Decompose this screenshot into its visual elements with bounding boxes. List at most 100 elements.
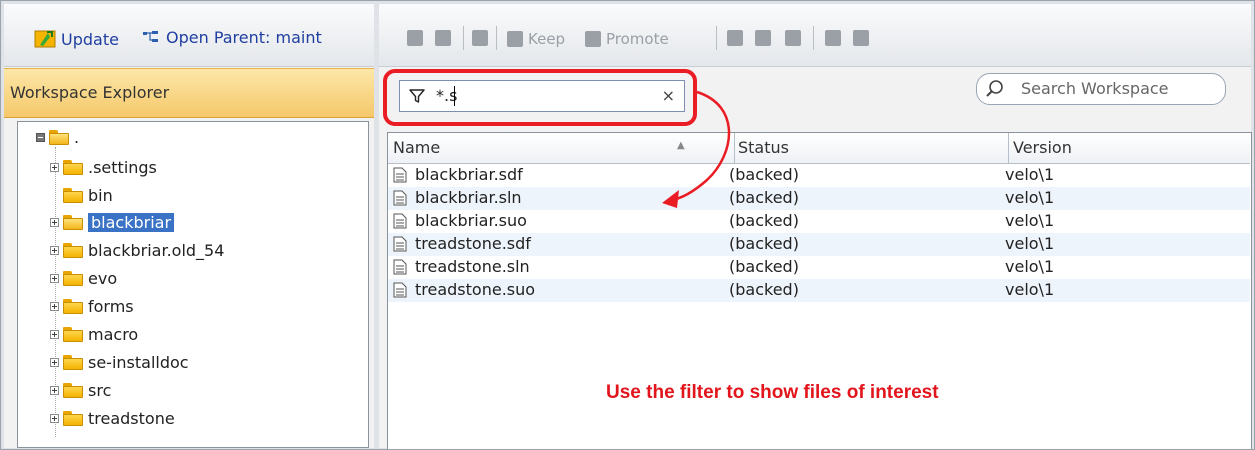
expand-toggle-icon[interactable] [50,301,59,311]
tree-root[interactable]: . [36,126,79,148]
tree-item-forms[interactable]: forms [50,295,134,317]
folder-icon [63,159,83,175]
left-toolbar: Update Open Parent: maint [4,4,374,67]
tree-item-treadstone[interactable]: treadstone [50,407,175,429]
file-version: velo\1 [1005,188,1055,207]
workspace-tree[interactable]: . .settings bin blackbriar blackbriar.ol… [17,121,369,448]
column-header-name[interactable]: Name [393,138,440,157]
app-window: Update Open Parent: maint Workspace Expl… [0,0,1255,450]
table-row[interactable]: blackbriar.sln (backed) velo\1 [388,187,1250,210]
collapse-toggle-icon[interactable] [36,132,45,142]
table-row[interactable]: treadstone.sln (backed) velo\1 [388,256,1250,279]
file-version: velo\1 [1005,280,1055,299]
folder-icon [63,354,83,370]
folder-icon [63,298,83,314]
search-workspace-input[interactable]: Search Workspace [976,73,1226,105]
file-status: (backed) [729,165,799,184]
file-name: blackbriar.sln [415,188,522,207]
file-list: Name ▲ Status Version blackbriar.sdf (ba… [387,132,1252,449]
file-list-header: Name ▲ Status Version [388,133,1250,164]
column-divider[interactable] [734,133,735,163]
column-divider[interactable] [1008,133,1009,163]
file-icon [393,236,407,252]
open-folder-icon [63,214,83,230]
file-icon [393,259,407,275]
tree-item-label: evo [88,268,118,288]
tree-item-src[interactable]: src [50,379,111,401]
folder-icon [63,270,83,286]
filter-input[interactable]: *.s × [399,80,685,112]
tree-item-bin[interactable]: bin [50,184,113,206]
workspace-explorer-title: Workspace Explorer [10,83,170,102]
tree-item-label: treadstone [88,408,175,428]
table-row[interactable]: blackbriar.suo (backed) velo\1 [388,210,1250,233]
update-label: Update [61,29,119,49]
tree-item-label: .settings [88,157,157,177]
folder-icon [63,382,83,398]
file-status: (backed) [729,211,799,230]
folder-icon [63,187,83,203]
folder-icon [63,326,83,342]
open-parent-label: Open Parent: maint [166,28,322,47]
copy-documents-icon[interactable] [755,30,771,46]
tree-root-label: . [74,127,80,147]
right-toolbar: Keep Promote [379,4,1251,67]
document-icon[interactable] [727,30,743,46]
annotation-text: Use the filter to show files of interest [606,382,939,403]
table-row[interactable]: treadstone.suo (backed) velo\1 [388,279,1250,302]
file-name: treadstone.sdf [415,234,531,253]
view-folder-icon[interactable] [407,30,423,46]
workspace-explorer-header: Workspace Explorer [4,68,374,118]
share-icon[interactable] [785,30,801,46]
file-name: blackbriar.sdf [415,165,523,184]
keep-icon [507,31,523,47]
file-status: (backed) [729,188,799,207]
file-name: treadstone.sln [415,257,530,276]
search-icon [986,80,1003,97]
new-folder-icon[interactable] [853,30,869,46]
edit-document-icon[interactable] [472,30,488,46]
tree-item-settings[interactable]: .settings [50,156,157,178]
table-row[interactable]: blackbriar.sdf (backed) velo\1 [388,164,1250,187]
expand-toggle-icon[interactable] [50,385,59,395]
expand-toggle-icon[interactable] [50,413,59,423]
left-pane: Update Open Parent: maint Workspace Expl… [4,4,374,448]
expand-toggle-icon[interactable] [50,217,59,227]
expand-toggle-icon[interactable] [50,357,59,367]
file-status: (backed) [729,280,799,299]
file-status: (backed) [729,234,799,253]
keep-button[interactable]: Keep [507,30,565,48]
table-row[interactable]: treadstone.sdf (backed) velo\1 [388,233,1250,256]
expand-toggle-icon[interactable] [50,273,59,283]
toolbar-separator [716,26,717,50]
new-document-icon[interactable] [825,30,841,46]
file-name: treadstone.suo [415,280,536,299]
file-icon [393,213,407,229]
open-parent-button[interactable]: Open Parent: maint [142,28,322,47]
tree-item-se-installdoc[interactable]: se-installdoc [50,351,189,373]
file-version: velo\1 [1005,165,1055,184]
expand-toggle-icon[interactable] [50,162,59,172]
toolbar-separator [463,26,464,50]
expand-toggle-icon[interactable] [50,329,59,339]
tree-item-blackbriar[interactable]: blackbriar [50,211,175,233]
tree-item-label: bin [88,185,113,205]
expand-toggle-icon[interactable] [50,245,59,255]
toolbar-separator [813,26,814,50]
column-header-version[interactable]: Version [1013,138,1072,157]
tree-item-label: se-installdoc [88,352,189,372]
tree-item-blackbriar-old-54[interactable]: blackbriar.old_54 [50,239,224,261]
clear-filter-icon[interactable]: × [662,86,675,105]
column-header-status[interactable]: Status [738,138,789,157]
promote-button[interactable]: Promote [585,30,669,48]
update-button[interactable]: Update [34,28,119,50]
tree-item-label: blackbriar [88,212,175,232]
file-version: velo\1 [1005,234,1055,253]
keep-label: Keep [528,30,566,48]
promote-icon [585,31,601,47]
tree-item-macro[interactable]: macro [50,323,138,345]
tree-item-evo[interactable]: evo [50,267,117,289]
file-icon [393,190,407,206]
file-version: velo\1 [1005,211,1055,230]
folder-up-icon[interactable] [435,30,451,46]
